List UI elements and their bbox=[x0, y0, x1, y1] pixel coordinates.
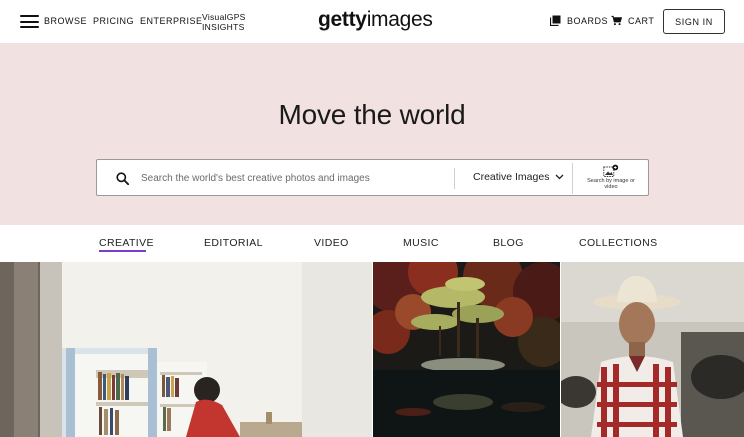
boards-link[interactable]: BOARDS bbox=[550, 15, 608, 26]
menu-icon[interactable] bbox=[20, 15, 39, 28]
cart-label: CART bbox=[628, 15, 655, 26]
hero-title: Move the world bbox=[278, 99, 466, 130]
logo-getty: getty bbox=[318, 8, 367, 31]
search-bar: Creative Images Search by image or video bbox=[96, 159, 649, 196]
nav-visualgps-insights-link[interactable]: VisualGPS INSIGHTS bbox=[202, 12, 246, 32]
search-divider bbox=[454, 168, 455, 189]
tab-editorial[interactable]: EDITORIAL bbox=[204, 237, 263, 249]
sign-in-button[interactable]: SIGN IN bbox=[663, 9, 725, 34]
search-icon[interactable] bbox=[116, 172, 129, 185]
hero-section: Move the world Creative Images Search by… bbox=[0, 44, 744, 225]
boards-label: BOARDS bbox=[567, 15, 609, 26]
image-search-icon bbox=[603, 164, 619, 177]
top-navigation-bar: BROWSE PRICING ENTERPRISE VisualGPS INSI… bbox=[0, 0, 744, 44]
featured-photo-autumn-island[interactable] bbox=[373, 262, 560, 437]
search-by-image-button[interactable]: Search by image or video bbox=[583, 164, 639, 194]
nav-enterprise-link[interactable]: ENTERPRISE bbox=[140, 16, 203, 26]
cart-icon bbox=[611, 15, 622, 26]
cart-link[interactable]: CART bbox=[611, 15, 654, 26]
search-divider-2 bbox=[572, 163, 573, 194]
tab-creative[interactable]: CREATIVE bbox=[99, 237, 154, 249]
tab-music[interactable]: MUSIC bbox=[403, 237, 439, 249]
insights-label: INSIGHTS bbox=[202, 22, 245, 32]
tab-blog[interactable]: BLOG bbox=[493, 237, 524, 249]
featured-photo-cowboy[interactable] bbox=[561, 262, 744, 437]
active-tab-indicator bbox=[99, 250, 146, 252]
nav-browse-link[interactable]: BROWSE bbox=[44, 16, 87, 26]
tab-collections[interactable]: COLLECTIONS bbox=[579, 237, 658, 249]
image-type-selected: Creative Images bbox=[473, 171, 550, 183]
visualgps-label: VisualGPS bbox=[202, 12, 246, 22]
content-type-tabs: CREATIVE EDITORIAL VIDEO MUSIC BLOG COLL… bbox=[0, 225, 744, 262]
logo-images: images bbox=[366, 8, 433, 31]
search-input[interactable] bbox=[141, 166, 446, 190]
tab-video[interactable]: VIDEO bbox=[314, 237, 349, 249]
nav-pricing-link[interactable]: PRICING bbox=[93, 16, 134, 26]
gettyimages-logo[interactable]: getty images bbox=[318, 8, 433, 34]
search-by-image-label: Search by image or video bbox=[587, 178, 635, 190]
boards-icon bbox=[550, 15, 561, 26]
chevron-down-icon bbox=[555, 174, 564, 180]
image-type-dropdown[interactable]: Creative Images bbox=[473, 171, 564, 183]
featured-photo-interior[interactable] bbox=[0, 262, 372, 437]
